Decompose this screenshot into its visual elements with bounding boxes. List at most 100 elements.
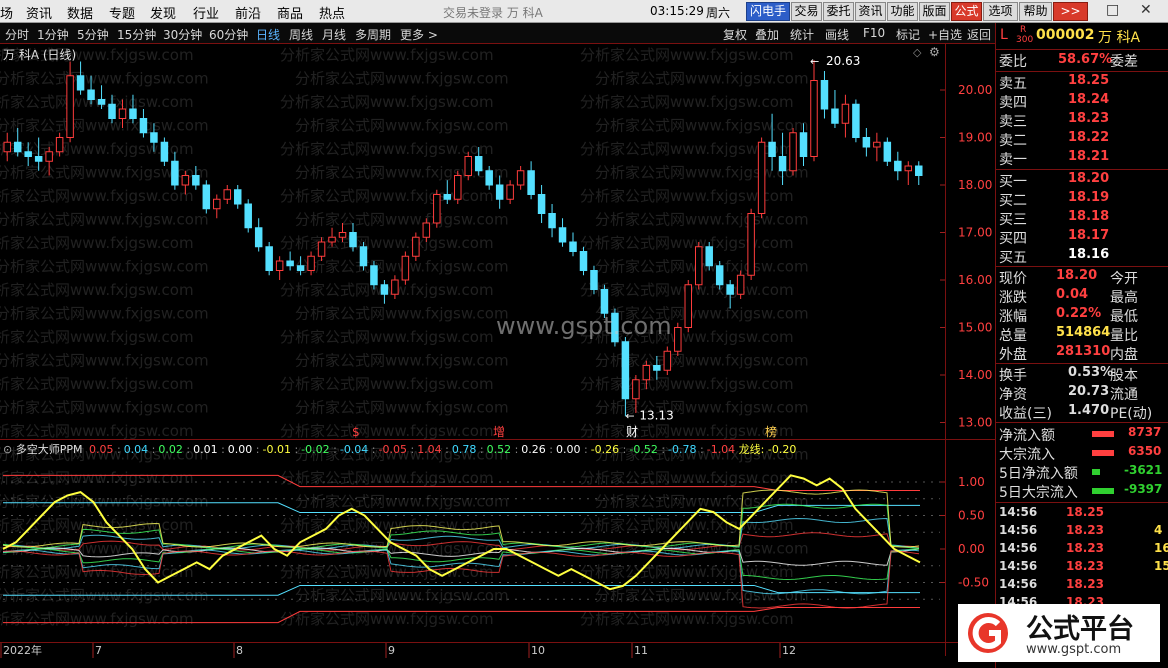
candle-body	[13, 141, 22, 153]
maximize-icon[interactable]: □	[1106, 2, 1119, 18]
tick-volume: 15	[1154, 559, 1168, 573]
logo-url: www.gspt.com	[1026, 642, 1122, 657]
candle-body	[768, 141, 776, 157]
indicator-name[interactable]: 多空大师PPM	[16, 443, 83, 456]
watermark-text: 分析家公式网www.fxjgsw.com	[295, 399, 509, 417]
gspt-logo-mark	[968, 613, 1008, 653]
candle-body	[76, 75, 85, 91]
watermark-text: 分析家公式网www.fxjgsw.com	[0, 117, 209, 135]
indicator-axis-label: 0.50	[958, 509, 985, 523]
weicha-label: 委差	[1110, 54, 1138, 70]
candle-body	[422, 222, 431, 238]
quote-panel: L R 300 000002 万 科A 委比 58.67% 委差 卖五 18.25…	[996, 23, 1168, 668]
tick-volume: 4	[1154, 523, 1163, 537]
tick-price: 18.25	[1066, 505, 1104, 519]
tick-price: 18.23	[1066, 577, 1104, 591]
flow-value: -9397	[1124, 482, 1163, 496]
candle-body	[904, 165, 913, 172]
sell-level-price: 18.21	[1068, 149, 1110, 164]
candle-body	[778, 156, 787, 172]
candle-body	[590, 270, 598, 290]
candle-body	[548, 213, 556, 229]
candle-body	[433, 194, 441, 224]
watermark-text: 分析家公式网www.fxjgsw.com	[580, 469, 794, 487]
watermark-text: 分析家公式网www.fxjgsw.com	[0, 328, 194, 346]
candle-body	[317, 241, 326, 257]
diamond-icon[interactable]: ◇	[913, 46, 921, 59]
weibi-label: 委比	[999, 54, 1027, 70]
stat-right-label: PE(动)	[1110, 406, 1153, 422]
tick-time: 14:56	[999, 541, 1038, 555]
buy-level-price: 18.17	[1068, 228, 1110, 243]
candle-body	[527, 170, 535, 195]
candle-body	[129, 108, 137, 119]
watermark-text: 分析家公式网www.fxjgsw.com	[0, 70, 209, 88]
candle-body	[454, 175, 462, 200]
watermark-text: 分析家公式网www.fxjgsw.com	[295, 117, 509, 135]
candle-body	[799, 132, 808, 157]
candle-body	[841, 103, 850, 124]
candle-body	[642, 365, 651, 381]
buy-level-label: 买一	[999, 174, 1027, 190]
candle-body	[233, 189, 242, 205]
watermark-text: 分析家公式网www.fxjgsw.com	[595, 211, 809, 229]
indicator-header: ⊙ 多空大师PPM 0.05 :0.04 :0.02 :0.01 :0.00 :…	[3, 441, 943, 456]
price-axis-label: 20.00	[958, 83, 992, 97]
tick-time: 14:56	[999, 505, 1038, 519]
candle-body	[380, 284, 389, 295]
watermark-text: 分析家公式网www.fxjgsw.com	[0, 399, 209, 417]
candle-body	[265, 246, 273, 271]
watermark-text: 分析家公式网www.fxjgsw.com	[580, 93, 794, 111]
price-axis-label: 14.00	[958, 368, 992, 382]
watermark-text: 分析家公式网www.fxjgsw.com	[0, 305, 209, 323]
watermark-text: 分析家公式网www.fxjgsw.com	[580, 610, 794, 628]
candle-body	[694, 246, 703, 286]
gspt-logo: 公式平台 www.gspt.com	[958, 604, 1160, 662]
candle-body	[474, 156, 483, 172]
value-separator: :	[619, 443, 627, 456]
stat-value: 0.53%	[1068, 365, 1114, 380]
candle-body	[894, 160, 902, 172]
max-arrow-icon: ←	[810, 55, 819, 68]
stat-right-label: 最低	[1110, 309, 1138, 325]
candle-body	[663, 350, 672, 371]
sell-level-price: 18.24	[1068, 92, 1110, 107]
indicator-menu-icon[interactable]: ⊙	[3, 443, 12, 456]
candle-body	[359, 246, 368, 267]
indicator-value: -1.04	[706, 443, 736, 456]
candle-body	[873, 141, 881, 148]
indicator-value: -0.26	[590, 443, 620, 456]
settings-gear-icon[interactable]: ⚙	[929, 45, 940, 59]
candle-body	[810, 80, 818, 157]
candle-body	[349, 232, 357, 248]
stat-label: 收益(三)	[999, 406, 1052, 422]
value-separator: :	[368, 443, 376, 456]
min-price-label: 13.13	[639, 408, 673, 422]
buy-level-label: 买五	[999, 250, 1027, 266]
stat-label: 换手	[999, 368, 1027, 384]
event-marker: 财	[626, 425, 638, 439]
flow-value: -3621	[1124, 463, 1163, 477]
stat-right-label: 最高	[1110, 290, 1138, 306]
tick-price: 18.23	[1066, 523, 1104, 537]
candle-body	[747, 213, 755, 276]
watermark-text: 分析家公式网www.fxjgsw.com	[0, 493, 209, 511]
min-arrow-icon: ←	[625, 409, 634, 422]
candle-body	[254, 227, 263, 248]
sell-level-price: 18.22	[1068, 130, 1110, 145]
stat-right-label: 量比	[1110, 328, 1138, 344]
candle-body	[244, 203, 252, 229]
help-button[interactable]: 帮助	[1019, 2, 1052, 21]
watermark-text: 分析家公式网www.fxjgsw.com	[0, 540, 209, 558]
close-icon[interactable]: ✕	[1140, 2, 1152, 18]
indicator-value: -0.78	[668, 443, 697, 456]
more-button[interactable]: >>	[1053, 2, 1088, 21]
candle-body	[862, 137, 871, 148]
buy-level-price: 18.19	[1068, 190, 1110, 205]
dragon-line-label: 龙线: -0.20	[738, 443, 797, 456]
candle-body	[443, 194, 452, 200]
candle-body	[171, 160, 179, 186]
watermark-text: 分析家公式网www.fxjgsw.com	[295, 305, 509, 323]
candle-body	[3, 141, 11, 153]
candle-body	[653, 365, 661, 371]
